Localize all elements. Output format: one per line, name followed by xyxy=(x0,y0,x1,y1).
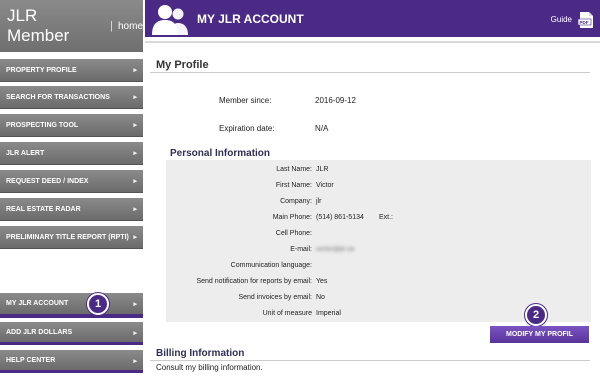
invoice-email-value: No xyxy=(316,294,325,301)
personal-info-panel: Last Name: JLR First Name: Victor Compan… xyxy=(166,160,591,322)
brand-name: JLR Member xyxy=(7,6,70,45)
company-label: Company: xyxy=(280,198,312,205)
report-notification-label: Send notification for reports by email: xyxy=(196,278,312,285)
cell-phone-label: Cell Phone: xyxy=(275,230,312,237)
sidebar-item-label: HELP CENTER xyxy=(6,356,56,364)
unit-of-measure-value: Imperial xyxy=(316,310,341,317)
arrow-right-icon: ▸ xyxy=(133,67,137,74)
users-icon xyxy=(152,5,188,35)
ext-label: Ext.: xyxy=(379,214,394,221)
main-phone-label: Main Phone: xyxy=(272,214,312,221)
email-value: victor@jlr.ca xyxy=(316,246,355,253)
billing-info-title: Billing Information xyxy=(156,348,245,359)
sidebar-item-jlr-alert[interactable]: JLR ALERT ▸ xyxy=(0,142,143,165)
sidebar-item-property-profile[interactable]: PROPERTY PROFILE ▸ xyxy=(0,59,143,82)
expiration-label: Expiration date: xyxy=(219,124,275,133)
brand-bar: JLR Member | home xyxy=(0,0,143,52)
first-name-value: Victor xyxy=(316,182,334,189)
sidebar-item-label: MY JLR ACCOUNT xyxy=(6,300,69,307)
arrow-right-icon: ▸ xyxy=(133,206,137,213)
sidebar-item-prospecting-tool[interactable]: PROSPECTING TOOL ▸ xyxy=(0,114,143,137)
sidebar-item-label: ADD JLR DOLLARS xyxy=(6,328,73,336)
sidebar-item-search-transactions[interactable]: SEARCH FOR TRANSACTIONS ▸ xyxy=(0,86,143,109)
step-badge-2: 2 xyxy=(525,304,547,326)
expiration-value: N/A xyxy=(315,124,329,133)
sidebar-item-label: PROSPECTING TOOL xyxy=(6,121,79,129)
brand-separator: | xyxy=(110,20,113,32)
arrow-right-icon: ▸ xyxy=(133,94,137,101)
divider xyxy=(150,360,590,361)
guide-link[interactable]: Guide xyxy=(551,15,572,24)
pdf-icon[interactable]: PDF xyxy=(578,11,594,29)
home-link[interactable]: home xyxy=(118,21,143,32)
member-since-value: 2016-09-12 xyxy=(315,96,356,105)
divider xyxy=(150,72,590,73)
modify-profile-button[interactable]: MODIFY MY PROFIL xyxy=(490,326,589,343)
sidebar-item-label: PRELIMINARY TITLE REPORT (RPTI) xyxy=(6,233,129,241)
unit-of-measure-label: Unit of measure xyxy=(262,310,312,317)
sidebar-item-label: SEARCH FOR TRANSACTIONS xyxy=(6,93,110,101)
main-phone-value: (514) 861-5134 xyxy=(316,214,364,221)
first-name-label: First Name: xyxy=(275,182,312,189)
member-since-label: Member since: xyxy=(219,96,272,105)
sidebar-item-label: PROPERTY PROFILE xyxy=(6,66,77,74)
company-value: jlr xyxy=(316,198,322,205)
arrow-right-icon: ▸ xyxy=(133,358,137,365)
report-notification-value: Yes xyxy=(316,278,328,285)
invoice-email-label: Send invoices by email: xyxy=(238,294,312,301)
last-name-value: JLR xyxy=(316,166,329,173)
sidebar-item-label: JLR ALERT xyxy=(6,149,45,157)
email-label: E-mail: xyxy=(290,246,312,253)
arrow-right-icon: ▸ xyxy=(133,301,137,308)
sidebar-item-add-jlr-dollars[interactable]: ADD JLR DOLLARS ▸ xyxy=(0,322,143,345)
arrow-right-icon: ▸ xyxy=(133,150,137,157)
page-header: MY JLR ACCOUNT Guide PDF xyxy=(145,0,600,37)
sidebar-item-label: REAL ESTATE RADAR xyxy=(6,205,81,213)
page-title-header: MY JLR ACCOUNT xyxy=(197,12,304,26)
personal-info-title: Personal Information xyxy=(170,148,271,159)
profile-title: My Profile xyxy=(156,59,209,71)
header-divider xyxy=(145,41,600,43)
step-badge-1: 1 xyxy=(87,293,109,315)
last-name-label: Last Name: xyxy=(276,166,312,173)
sidebar-item-label: REQUEST DEED / INDEX xyxy=(6,177,89,185)
arrow-right-icon: ▸ xyxy=(133,122,137,129)
arrow-right-icon: ▸ xyxy=(133,330,137,337)
svg-text:PDF: PDF xyxy=(580,20,589,25)
sidebar-item-help-center[interactable]: HELP CENTER ▸ xyxy=(0,350,143,373)
billing-description[interactable]: Consult my billing information. xyxy=(156,363,263,372)
communication-language-label: Communication language: xyxy=(230,262,312,269)
